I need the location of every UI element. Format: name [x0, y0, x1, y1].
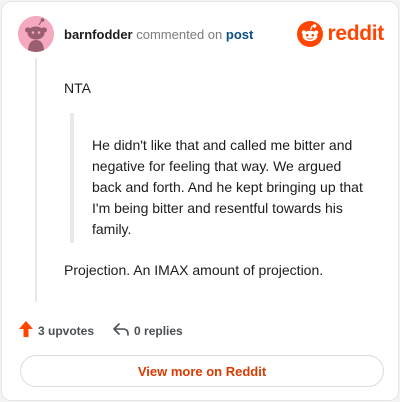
- reddit-wordmark: reddit: [327, 22, 384, 45]
- comment-actions: 3 upvotes 0 replies: [18, 320, 183, 341]
- upvote-arrow-icon: [18, 320, 34, 341]
- reply-button[interactable]: 0 replies: [112, 321, 183, 340]
- blockquote: He didn't like that and called me bitter…: [70, 113, 370, 243]
- upvotes-count: 3 upvotes: [38, 323, 95, 338]
- comment-paragraph-1: NTA: [64, 80, 91, 96]
- avatar[interactable]: [18, 16, 54, 52]
- reddit-snoo-icon: [297, 21, 324, 47]
- reply-arrow-icon: [112, 321, 130, 340]
- snoo-avatar-icon: [18, 16, 54, 52]
- thread-line: [35, 58, 37, 302]
- comment-header: barnfodder commented on post: [64, 27, 253, 43]
- embedded-comment-card: barnfodder commented on post reddit NTA …: [1, 1, 399, 401]
- post-link[interactable]: post: [226, 27, 253, 42]
- reddit-logo[interactable]: reddit: [297, 21, 384, 47]
- comment-paragraph-2: Projection. An IMAX amount of projection…: [64, 262, 324, 278]
- upvote-button[interactable]: 3 upvotes: [18, 320, 94, 341]
- replies-count: 0 replies: [134, 323, 183, 338]
- commented-on-text: commented on: [136, 27, 223, 42]
- username[interactable]: barnfodder: [64, 27, 133, 42]
- view-more-button[interactable]: View more on Reddit: [20, 355, 384, 387]
